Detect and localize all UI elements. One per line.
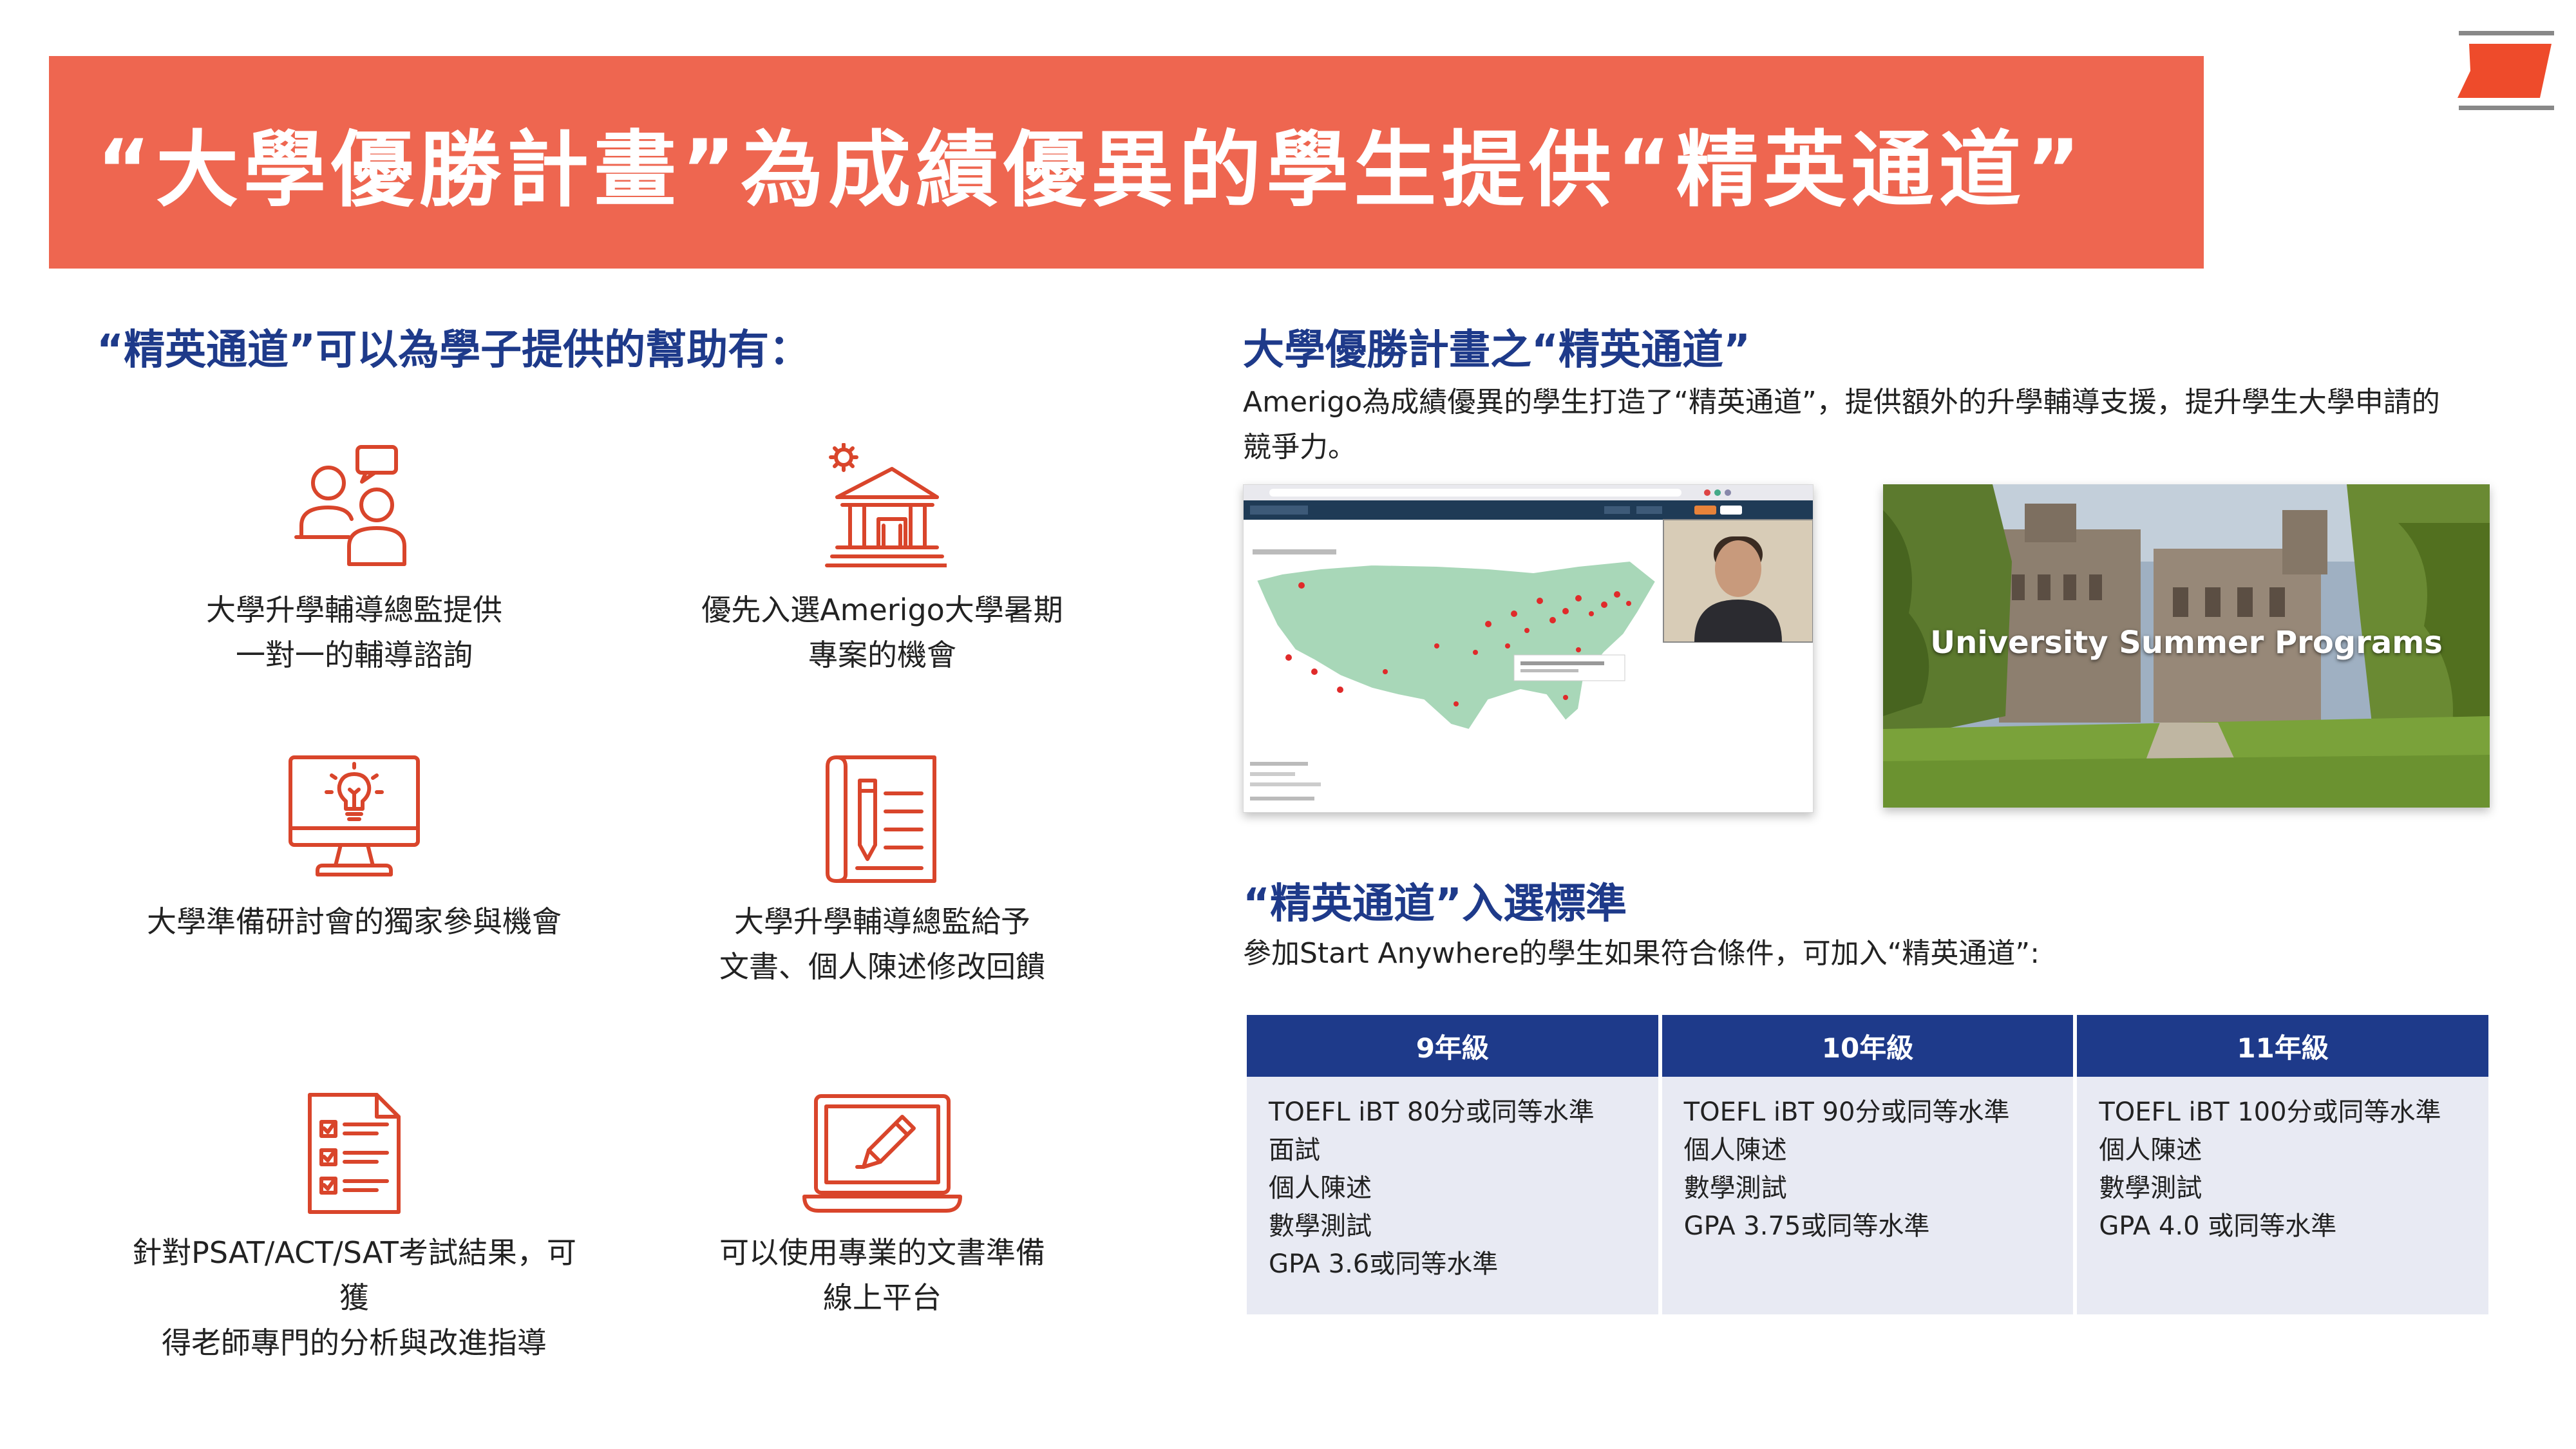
grade-10-criteria: TOEFL iBT 90分或同等水準 個人陳述 數學測試 GPA 3.75或同等… [1662,1077,2074,1314]
elite-channel-heading: 大學優勝計畫之“精英通道” [1243,327,1751,374]
criteria-description: 參加Start Anywhere的學生如果符合條件，可加入“精英通道”: [1243,937,2040,970]
criterion: GPA 4.0 或同等水準 [2099,1211,2337,1241]
monitor-lightbulb-icon [289,755,420,876]
grade-9-header: 9年級 [1247,1015,1658,1077]
criterion: TOEFL iBT 80分或同等水準 [1269,1097,1595,1127]
grade-11-criteria: TOEFL iBT 100分或同等水準 個人陳述 數學測試 GPA 4.0 或同… [2077,1077,2488,1314]
criterion: 數學測試 [2099,1173,2202,1203]
consultation-icon [294,445,406,566]
benefit-item: 大學升學輔導總監給予 文書、個人陳述修改回饋 [650,755,1114,989]
criterion: 面試 [1269,1135,1320,1165]
criterion: GPA 3.75或同等水準 [1683,1211,1930,1241]
benefit-item: 大學升學輔導總監提供 一對一的輔導諮詢 [122,443,586,677]
benefit-item: 針對PSAT/ACT/SAT考試結果，可獲 得老師專門的分析與改進指導 [122,1092,586,1365]
criterion: 數學測試 [1269,1211,1372,1241]
benefit-item: 可以使用專業的文書準備 線上平台 [650,1092,1114,1320]
criterion: 數學測試 [1683,1173,1787,1203]
elite-channel-description: Amerigo為成績優異的學生打造了“精英通道”，提供額外的升學輔導支援，提升學… [1243,386,2440,464]
document-pencil-icon [826,755,936,883]
grade-10-header: 10年級 [1662,1015,2074,1077]
benefit-caption: 大學準備研討會的獨家參與機會 [147,904,562,939]
criterion: TOEFL iBT 90分或同等水準 [1683,1097,2010,1127]
acceptance-map-screenshot [1243,484,1814,813]
criterion: 個人陳述 [1683,1135,1787,1165]
benefit-caption: 針對PSAT/ACT/SAT考試結果，可獲 得老師專門的分析與改進指導 [132,1235,576,1360]
benefit-item: 大學準備研討會的獨家參與機會 [122,755,586,944]
criterion: 個人陳述 [2099,1135,2202,1165]
criteria-table: 9年級 10年級 11年級 TOEFL iBT 80分或同等水準 面試 個人陳述… [1243,1015,2492,1314]
criterion: 個人陳述 [1269,1173,1372,1203]
criterion: TOEFL iBT 100分或同等水準 [2099,1097,2441,1127]
map-image [1244,485,1813,812]
benefits-heading: “精英通道”可以為學子提供的幫助有： [97,327,811,374]
criteria-heading: “精英通道”入選標準 [1243,880,1627,928]
checklist-icon [308,1093,401,1214]
benefit-item: 優先入選Amerigo大學暑期 專案的機會 [650,443,1114,677]
benefit-caption: 優先入選Amerigo大學暑期 專案的機會 [701,592,1063,672]
grade-9-criteria: TOEFL iBT 80分或同等水準 面試 個人陳述 數學測試 GPA 3.6或… [1247,1077,1658,1314]
benefit-caption: 可以使用專業的文書準備 線上平台 [719,1235,1045,1315]
brand-logo-icon [2458,31,2554,110]
university-summer-programs-photo: University Summer Programs [1883,484,2490,808]
laptop-pen-icon [802,1094,962,1213]
benefit-caption: 大學升學輔導總監給予 文書、個人陳述修改回饋 [719,904,1045,984]
university-building-icon [825,443,947,567]
criterion: GPA 3.6或同等水準 [1269,1249,1499,1279]
page-title: “大學優勝計畫”為成績優異的學生提供“精英通道” [97,122,2086,218]
benefit-caption: 大學升學輔導總監提供 一對一的輔導諮詢 [206,592,502,672]
grade-11-header: 11年級 [2077,1015,2488,1077]
table-row: TOEFL iBT 80分或同等水準 面試 個人陳述 數學測試 GPA 3.6或… [1247,1077,2488,1314]
summer-programs-caption: University Summer Programs [1930,625,2443,661]
